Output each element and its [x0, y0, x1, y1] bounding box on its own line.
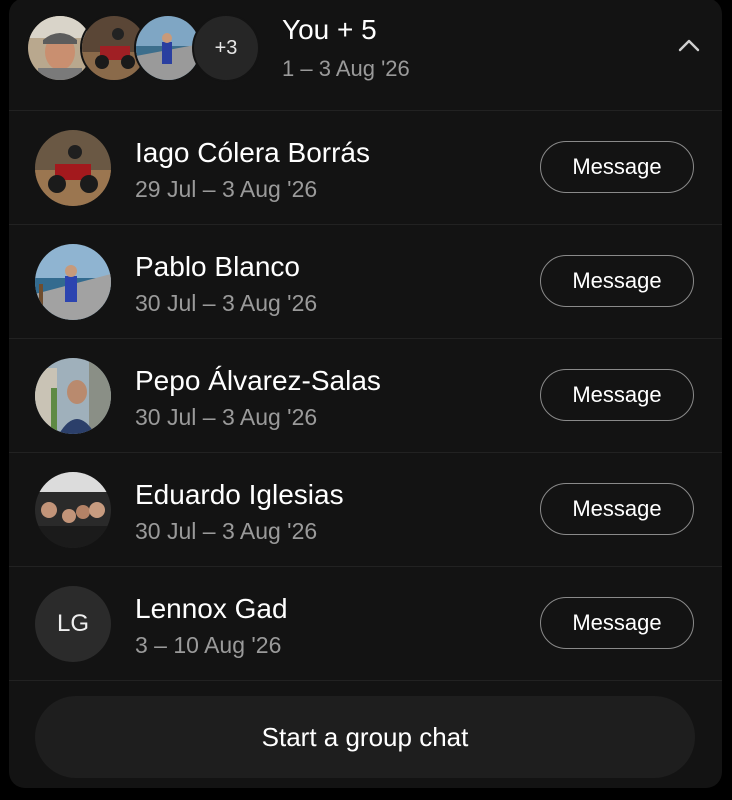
- list-item: Iago Cólera Borrás 29 Jul – 3 Aug '26 Me…: [9, 111, 722, 225]
- avatar: [35, 130, 111, 206]
- member-name: Pablo Blanco: [135, 251, 301, 282]
- avatar: [35, 244, 111, 320]
- member-name: Pepo Álvarez-Salas: [135, 365, 381, 396]
- member-name: Iago Cólera Borrás: [135, 137, 371, 168]
- member-dates: 30 Jul – 3 Aug '26: [135, 404, 318, 430]
- start-group-chat-button[interactable]: Start a group chat: [35, 696, 695, 778]
- avatar: [35, 472, 111, 548]
- member-name: Eduardo Iglesias: [135, 479, 344, 510]
- message-button[interactable]: Message: [540, 597, 694, 649]
- member-dates: 30 Jul – 3 Aug '26: [135, 518, 318, 544]
- list-item: Pepo Álvarez-Salas 30 Jul – 3 Aug '26 Me…: [9, 339, 722, 453]
- list-item: Pablo Blanco 30 Jul – 3 Aug '26 Message: [9, 225, 722, 339]
- more-members-badge: +3: [192, 14, 260, 82]
- list-item: LG Lennox Gad 3 – 10 Aug '26 Message: [9, 567, 722, 681]
- initials-label: LG: [56, 610, 89, 637]
- member-dates: 29 Jul – 3 Aug '26: [135, 176, 318, 202]
- trip-members-panel: +3 You + 5 1 – 3 Aug '26 Iago Cólera Bor…: [9, 0, 722, 788]
- message-button[interactable]: Message: [540, 369, 694, 421]
- member-dates: 3 – 10 Aug '26: [135, 632, 282, 658]
- member-dates: 30 Jul – 3 Aug '26: [135, 290, 318, 316]
- group-dates: 1 – 3 Aug '26: [282, 56, 410, 81]
- avatar: [35, 358, 111, 434]
- group-title: You + 5: [282, 14, 377, 45]
- member-name: Lennox Gad: [135, 593, 288, 624]
- chevron-up-icon[interactable]: [677, 34, 701, 58]
- list-item: Eduardo Iglesias 30 Jul – 3 Aug '26 Mess…: [9, 453, 722, 567]
- message-button[interactable]: Message: [540, 483, 694, 535]
- avatar-initials: LG: [35, 586, 111, 662]
- message-button[interactable]: Message: [540, 141, 694, 193]
- message-button[interactable]: Message: [540, 255, 694, 307]
- panel-header[interactable]: +3 You + 5 1 – 3 Aug '26: [9, 0, 722, 111]
- more-count: +3: [214, 36, 238, 59]
